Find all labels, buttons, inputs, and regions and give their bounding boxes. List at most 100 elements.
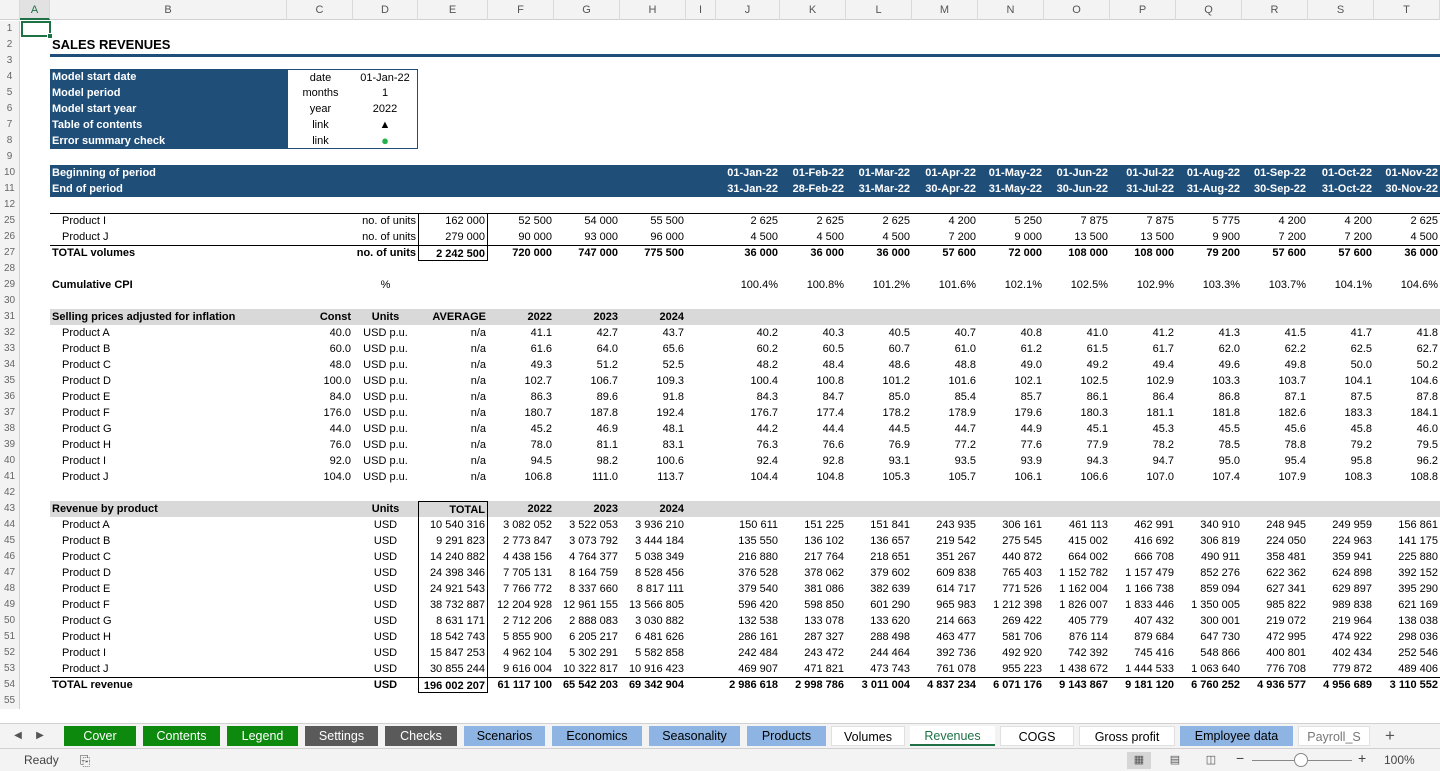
revenue-month[interactable]: 133 620 xyxy=(846,613,912,629)
const-price[interactable]: 104.0 xyxy=(287,469,353,485)
row-number[interactable]: 37 xyxy=(0,405,20,421)
revenue-month-total[interactable]: 2 986 618 xyxy=(716,677,780,693)
revenue-month[interactable]: 151 841 xyxy=(846,517,912,533)
price-month[interactable]: 62.7 xyxy=(1374,341,1440,357)
price-month[interactable]: 49.8 xyxy=(1242,357,1308,373)
price-month[interactable]: 87.1 xyxy=(1242,389,1308,405)
unit-label[interactable]: USD xyxy=(353,613,418,629)
sheet-tab-gross-profit[interactable]: Gross profit xyxy=(1079,726,1175,746)
year-label[interactable]: 2023 xyxy=(554,309,620,325)
volume-month-total[interactable]: 36 000 xyxy=(780,245,846,261)
price-month[interactable]: 184.1 xyxy=(1374,405,1440,421)
price-month[interactable]: 76.6 xyxy=(780,437,846,453)
revenue-month[interactable]: 489 406 xyxy=(1374,661,1440,677)
unit-label[interactable]: USD xyxy=(353,549,418,565)
revenue-month[interactable]: 306 161 xyxy=(978,517,1044,533)
row-number[interactable]: 34 xyxy=(0,357,20,373)
row-number[interactable]: 38 xyxy=(0,421,20,437)
price-month[interactable]: 93.5 xyxy=(912,453,978,469)
revenue-year[interactable]: 4 962 104 xyxy=(488,645,554,661)
volume-month-total[interactable]: 79 200 xyxy=(1176,245,1242,261)
price-month[interactable]: 103.7 xyxy=(1242,373,1308,389)
const-price[interactable]: 84.0 xyxy=(287,389,353,405)
price-month[interactable]: 44.7 xyxy=(912,421,978,437)
price-month[interactable]: 62.0 xyxy=(1176,341,1242,357)
total-label[interactable]: TOTAL volumes xyxy=(50,245,287,261)
price-year[interactable]: 98.2 xyxy=(554,453,620,469)
revenue-year[interactable]: 9 616 004 xyxy=(488,661,554,677)
price-month[interactable]: 92.8 xyxy=(780,453,846,469)
average-value[interactable]: n/a xyxy=(418,357,488,373)
revenue-month[interactable]: 989 838 xyxy=(1308,597,1374,613)
revenue-month[interactable]: 609 838 xyxy=(912,565,978,581)
product-label[interactable]: Product G xyxy=(50,613,287,629)
revenue-month[interactable]: 1 350 005 xyxy=(1176,597,1242,613)
revenue-month[interactable]: 136 657 xyxy=(846,533,912,549)
price-month[interactable]: 45.6 xyxy=(1242,421,1308,437)
row-number[interactable]: 32 xyxy=(0,325,20,341)
revenue-month[interactable]: 214 663 xyxy=(912,613,978,629)
volume-month-total[interactable]: 57 600 xyxy=(912,245,978,261)
price-month[interactable]: 106.6 xyxy=(1044,469,1110,485)
column-label[interactable]: Units xyxy=(353,309,418,325)
column-header[interactable]: T xyxy=(1374,0,1440,20)
period-begin-date[interactable]: 01-Nov-22 xyxy=(1374,165,1440,181)
revenue-month[interactable]: 859 094 xyxy=(1176,581,1242,597)
price-year[interactable]: 86.3 xyxy=(488,389,554,405)
column-header[interactable]: H xyxy=(620,0,686,20)
volume-year[interactable]: 55 500 xyxy=(620,213,686,229)
price-month[interactable]: 49.4 xyxy=(1110,357,1176,373)
price-month[interactable]: 181.1 xyxy=(1110,405,1176,421)
average-value[interactable]: n/a xyxy=(418,421,488,437)
year-label[interactable]: 2024 xyxy=(620,501,686,517)
average-value[interactable]: n/a xyxy=(418,437,488,453)
column-header[interactable]: P xyxy=(1110,0,1176,20)
price-month[interactable]: 93.9 xyxy=(978,453,1044,469)
period-begin-date[interactable]: 01-Aug-22 xyxy=(1176,165,1242,181)
price-year[interactable]: 61.6 xyxy=(488,341,554,357)
revenue-year[interactable]: 6 481 626 xyxy=(620,629,686,645)
price-month[interactable]: 182.6 xyxy=(1242,405,1308,421)
price-year[interactable]: 106.7 xyxy=(554,373,620,389)
average-value[interactable]: n/a xyxy=(418,453,488,469)
revenue-month[interactable]: 601 290 xyxy=(846,597,912,613)
product-label[interactable]: Product F xyxy=(50,405,287,421)
revenue-year[interactable]: 12 204 928 xyxy=(488,597,554,613)
revenue-year[interactable]: 12 961 155 xyxy=(554,597,620,613)
unit-label[interactable]: USD p.u. xyxy=(353,437,418,453)
revenue-month[interactable]: 624 898 xyxy=(1308,565,1374,581)
revenue-month[interactable]: 376 528 xyxy=(716,565,780,581)
product-label[interactable]: Product I xyxy=(50,453,287,469)
revenue-month[interactable]: 382 639 xyxy=(846,581,912,597)
sheet-tab-revenues[interactable]: Revenues xyxy=(910,726,995,746)
price-month[interactable]: 84.3 xyxy=(716,389,780,405)
revenue-month[interactable]: 275 545 xyxy=(978,533,1044,549)
revenue-month[interactable]: 351 267 xyxy=(912,549,978,565)
price-year[interactable]: 43.7 xyxy=(620,325,686,341)
revenue-year[interactable]: 3 522 053 xyxy=(554,517,620,533)
revenue-month[interactable]: 614 717 xyxy=(912,581,978,597)
volume-month-total[interactable]: 108 000 xyxy=(1110,245,1176,261)
revenue-month[interactable]: 596 420 xyxy=(716,597,780,613)
row-number[interactable]: 28 xyxy=(0,261,20,277)
sheet-title[interactable]: SALES REVENUES xyxy=(50,37,450,53)
price-month[interactable]: 87.5 xyxy=(1308,389,1374,405)
row-number[interactable]: 49 xyxy=(0,597,20,613)
revenue-month[interactable]: 306 819 xyxy=(1176,533,1242,549)
setting-label[interactable]: Model start year xyxy=(50,101,287,117)
const-price[interactable]: 76.0 xyxy=(287,437,353,453)
revenue-month[interactable]: 151 225 xyxy=(780,517,846,533)
price-year[interactable]: 42.7 xyxy=(554,325,620,341)
row-number[interactable]: 44 xyxy=(0,517,20,533)
average-value[interactable]: n/a xyxy=(418,405,488,421)
revenue-month[interactable]: 598 850 xyxy=(780,597,846,613)
revenue-year[interactable]: 3 936 210 xyxy=(620,517,686,533)
volume-year-total[interactable]: 775 500 xyxy=(620,245,686,261)
cpi-month[interactable]: 101.2% xyxy=(846,277,912,293)
volume-total[interactable]: 162 000 xyxy=(418,213,488,229)
tab-scroll-right-icon[interactable]: ▶ xyxy=(32,728,48,744)
volume-month[interactable]: 2 625 xyxy=(846,213,912,229)
product-label[interactable]: Product E xyxy=(50,389,287,405)
price-month[interactable]: 104.6 xyxy=(1374,373,1440,389)
revenue-month[interactable]: 340 910 xyxy=(1176,517,1242,533)
